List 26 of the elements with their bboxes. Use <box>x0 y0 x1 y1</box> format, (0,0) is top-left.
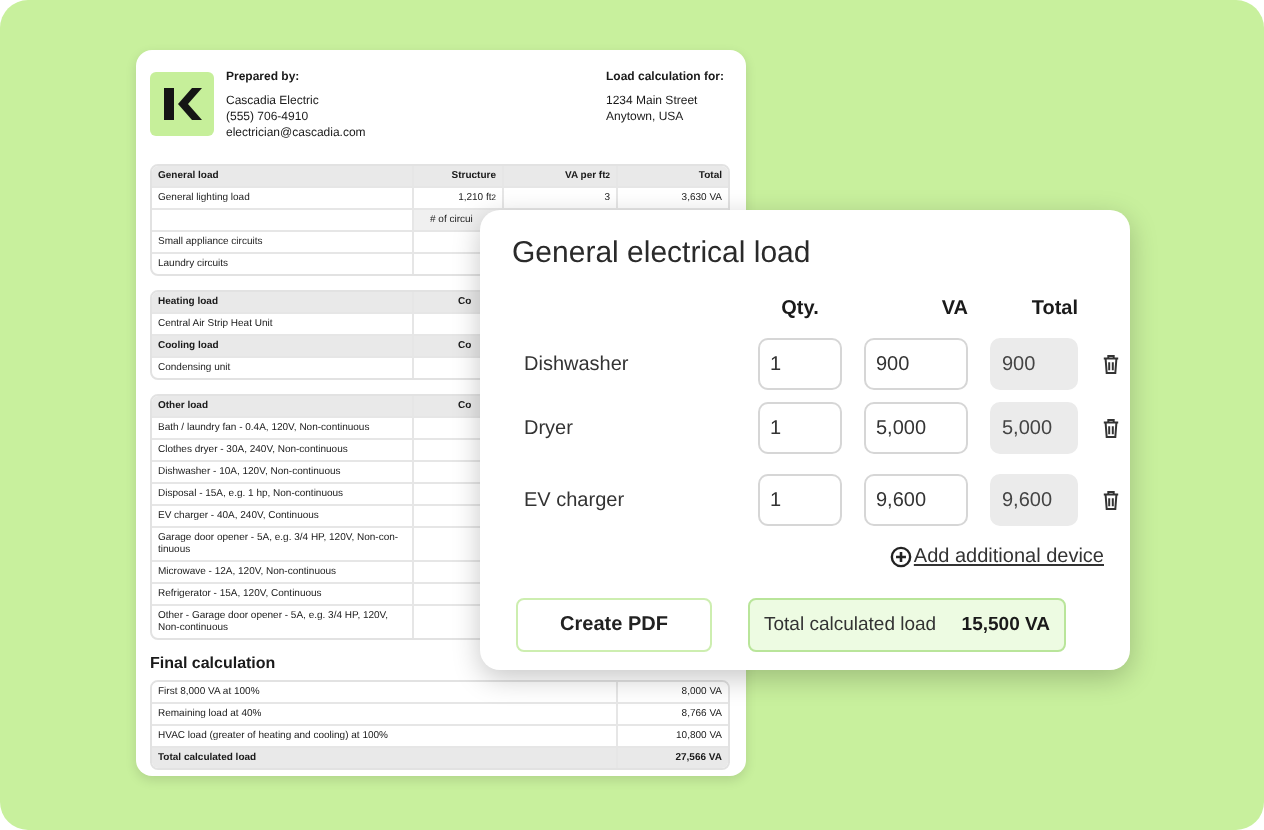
delete-button[interactable] <box>1100 489 1120 511</box>
va-input[interactable]: 5,000 <box>864 402 968 454</box>
quantity-input[interactable]: 1 <box>758 338 842 390</box>
device-name: Dishwasher <box>522 353 631 375</box>
delete-button[interactable] <box>1100 353 1120 375</box>
add-icon <box>889 546 912 568</box>
column-header: VA <box>939 298 968 320</box>
total-field: 900 <box>990 338 1078 390</box>
total-field: 5,000 <box>990 402 1078 454</box>
create-pdf-button[interactable]: Create PDF <box>516 598 712 652</box>
device-name: EV charger <box>522 489 627 511</box>
add-device-link[interactable]: Add additional device <box>889 546 1104 568</box>
quantity-input[interactable]: 1 <box>758 402 842 454</box>
device-name: Dryer <box>522 417 575 439</box>
section-title: Final calculation <box>150 654 278 672</box>
quantity-input[interactable]: 1 <box>758 474 842 526</box>
logo-icon <box>150 72 214 136</box>
column-header: Qty. <box>779 298 821 320</box>
card-title: General electrical load <box>512 236 813 270</box>
total-value: 15,500 VA <box>961 614 1050 636</box>
total-field: 9,600 <box>990 474 1078 526</box>
column-header: Total <box>1029 298 1078 320</box>
total-label: Total calculated load <box>764 614 937 636</box>
va-input[interactable]: 9,600 <box>864 474 968 526</box>
va-input[interactable]: 900 <box>864 338 968 390</box>
delete-button[interactable] <box>1100 417 1120 439</box>
